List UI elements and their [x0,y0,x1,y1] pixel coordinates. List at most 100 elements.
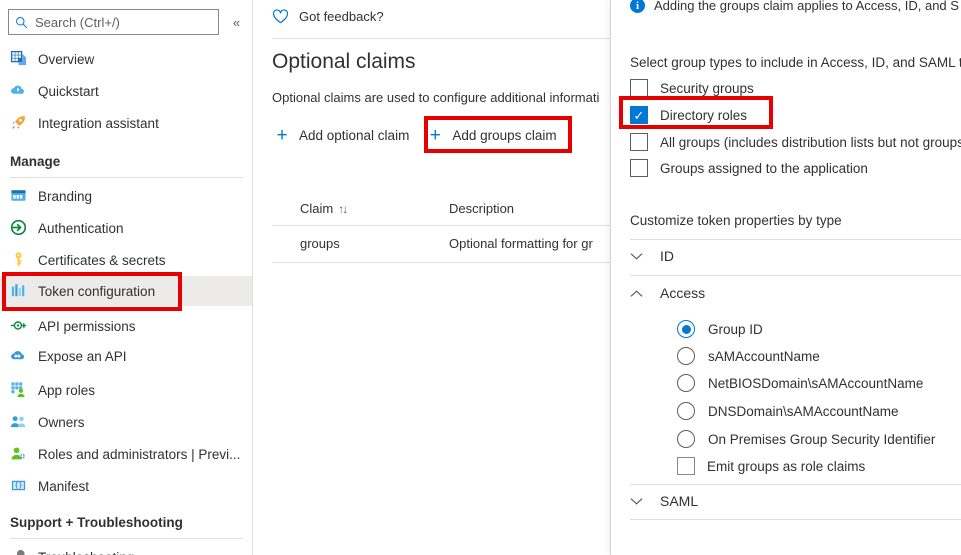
radio-on-premises-group-security-identifier[interactable]: On Premises Group Security Identifier [677,427,935,451]
table-header-divider [272,225,610,226]
sidebar-item-certificates-secrets[interactable]: Certificates & secrets [0,245,252,275]
checkbox-label: Groups assigned to the application [660,160,868,176]
sidebar-item-api-permissions[interactable]: API permissions [0,311,252,341]
main-content-panel: Got feedback? Optional claims Optional c… [254,0,610,555]
groups-claim-flyout-panel: i Adding the groups claim applies to Acc… [610,0,961,555]
add-groups-claim-button[interactable]: + Add groups claim [419,120,566,150]
sidebar-item-label: Owners [38,414,85,430]
table-column-header-description[interactable]: Description [449,201,514,216]
checkbox-box-icon [630,79,648,97]
table-column-header-claim[interactable]: Claim ↑↓ [300,201,348,216]
roles-admin-icon [10,445,28,463]
radio-unselected-icon [677,374,695,392]
branding-card-icon [10,187,28,205]
accordion-label: Access [660,285,706,301]
divider [10,538,243,539]
select-group-types-label: Select group types to include in Access,… [630,55,961,70]
search-input[interactable]: Search (Ctrl+/) [8,9,219,35]
radio-unselected-icon [677,430,695,448]
sidebar-item-label: Manifest [38,478,90,494]
checkbox-label: Emit groups as role claims [707,458,866,474]
accordion-label: ID [660,248,674,264]
sidebar-search-row: Search (Ctrl+/) « [8,9,245,35]
divider [630,519,961,520]
sidebar-item-label: Overview [38,51,95,67]
radio-netbiosdomain-samaccountname[interactable]: NetBIOSDomain\sAMAccountName [677,371,923,395]
radio-samaccountname[interactable]: sAMAccountName [677,344,820,368]
sidebar-item-token-configuration[interactable]: Token configuration [0,276,252,306]
column-header-label: Claim [300,201,334,216]
radio-label: sAMAccountName [708,348,820,364]
sidebar-item-quickstart[interactable]: Quickstart [0,76,252,106]
overview-grid-icon [10,50,28,68]
chevron-down-icon [630,497,660,506]
accordion-section-id[interactable]: ID [630,243,674,269]
sidebar-item-expose-an-api[interactable]: Expose an API [0,341,252,371]
cell-description-wrap: Optional formatting for gr [449,236,593,251]
customize-token-properties-label: Customize token properties by type [630,213,842,228]
checkbox-all-groups[interactable]: All groups (includes distribution lists … [630,131,961,153]
checkbox-directory-roles[interactable]: ✓ Directory roles [630,104,747,126]
manifest-icon: {} [10,477,28,495]
chevron-down-icon [630,252,660,261]
cell-claim: groups [300,236,340,251]
rocket-icon [10,114,28,132]
checkbox-label: Directory roles [660,107,748,123]
sidebar-item-app-roles[interactable]: App roles [0,375,252,405]
sidebar-item-label: Token configuration [38,283,156,299]
info-banner-text: Adding the groups claim applies to Acces… [654,0,959,13]
accordion-section-saml[interactable]: SAML [630,488,698,514]
page-title: Optional claims [272,50,416,73]
sidebar-item-label: Branding [38,188,93,204]
radio-unselected-icon [677,402,695,420]
checkbox-emit-groups-as-role-claims[interactable]: Emit groups as role claims [677,455,865,477]
expose-api-cloud-icon [10,347,28,365]
page-description: Optional claims are used to configure ad… [272,90,600,105]
key-icon [10,251,28,269]
troubleshooting-icon [10,548,28,555]
sidebar-item-label: Troubleshooting [38,550,134,555]
sidebar-item-label: Certificates & secrets [38,252,166,268]
collapse-sidebar-icon[interactable]: « [227,12,245,32]
sidebar-item-roles-and-administrators[interactable]: Roles and administrators | Previ... [0,439,252,469]
token-bars-icon [10,282,28,300]
sidebar-item-authentication[interactable]: Authentication [0,213,252,243]
cell-description: Optional formatting for gr [449,236,593,251]
radio-label: On Premises Group Security Identifier [708,431,936,447]
sidebar-item-label: Authentication [38,220,124,236]
heart-icon [272,9,289,24]
sidebar-item-owners[interactable]: Owners [0,407,252,437]
divider [10,177,243,178]
svg-text:{}: {} [15,481,23,489]
add-optional-claim-button[interactable]: + Add optional claim [272,120,419,150]
divider [272,38,610,39]
sidebar-item-integration-assistant[interactable]: Integration assistant [0,108,252,138]
left-sidebar: Search (Ctrl+/) « Overview Quickstart In… [0,0,253,555]
accordion-section-access[interactable]: Access [630,280,705,306]
table-row[interactable]: groups [300,236,340,251]
sidebar-item-branding[interactable]: Branding [0,181,252,211]
got-feedback-button[interactable]: Got feedback? [272,9,384,24]
azure-portal-screen: Search (Ctrl+/) « Overview Quickstart In… [0,0,961,555]
sidebar-item-troubleshooting[interactable]: Troubleshooting [0,542,252,555]
radio-label: DNSDomain\sAMAccountName [708,403,899,419]
sidebar-item-label: Quickstart [38,83,99,99]
sidebar-item-manifest[interactable]: {} Manifest [0,471,252,501]
radio-selected-icon [677,320,695,338]
add-optional-claim-label: Add optional claim [299,127,410,143]
app-roles-icon [10,381,28,399]
radio-dnsdomain-samaccountname[interactable]: DNSDomain\sAMAccountName [677,399,899,423]
checkbox-box-icon [630,133,648,151]
checkbox-box-icon [677,457,695,475]
column-header-label: Description [449,201,515,216]
sidebar-item-overview[interactable]: Overview [0,44,252,74]
radio-label: NetBIOSDomain\sAMAccountName [708,375,924,391]
chevron-up-icon [630,289,660,298]
checkbox-groups-assigned-to-application[interactable]: Groups assigned to the application [630,157,868,179]
radio-label: Group ID [708,321,763,337]
radio-unselected-icon [677,347,695,365]
search-icon [15,16,28,29]
checkbox-security-groups[interactable]: Security groups [630,77,754,99]
radio-group-id[interactable]: Group ID [677,317,763,341]
checkbox-label: Security groups [660,80,754,96]
